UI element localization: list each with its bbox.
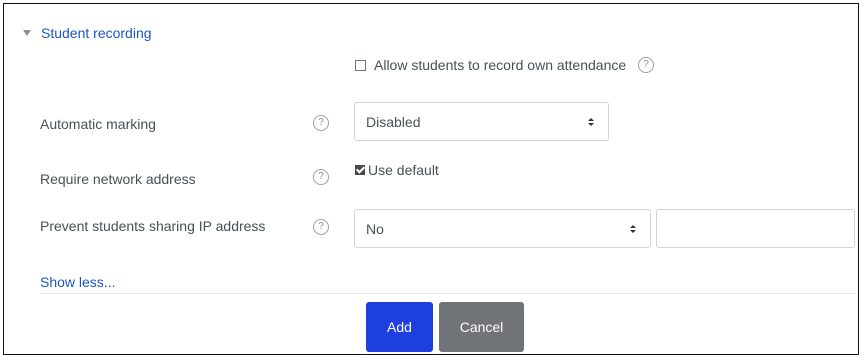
- help-icon[interactable]: ?: [638, 57, 655, 73]
- prevent-ip-sharing-value: No: [366, 220, 384, 237]
- section-header-student-recording[interactable]: Student recording: [23, 25, 152, 41]
- use-default-label[interactable]: Use default: [368, 162, 439, 178]
- select-updown-icon: [588, 117, 594, 126]
- caret-down-icon[interactable]: [23, 30, 31, 36]
- show-less-link[interactable]: Show less...: [40, 274, 115, 290]
- form-frame: Student recording Allow students to reco…: [3, 3, 859, 355]
- automatic-marking-label: Automatic marking: [40, 116, 156, 132]
- prevent-ip-sharing-help-icon[interactable]: ?: [313, 219, 329, 235]
- section-title[interactable]: Student recording: [41, 25, 152, 41]
- automatic-marking-value: Disabled: [366, 113, 421, 130]
- allow-record-label[interactable]: Allow students to record own attendance: [374, 57, 626, 73]
- use-default-checkbox[interactable]: [355, 165, 365, 175]
- require-network-label: Require network address: [40, 171, 196, 187]
- prevent-ip-sharing-label: Prevent students sharing IP address: [40, 218, 266, 234]
- prevent-ip-sharing-extra-input[interactable]: [656, 209, 855, 248]
- divider: [40, 293, 856, 294]
- allow-record-row: Allow students to record own attendance …: [355, 57, 655, 73]
- allow-record-checkbox[interactable]: [355, 59, 366, 71]
- automatic-marking-select[interactable]: Disabled: [354, 102, 609, 141]
- automatic-marking-help-icon[interactable]: ?: [313, 115, 329, 131]
- cancel-button[interactable]: Cancel: [439, 302, 524, 352]
- use-default-row: Use default: [355, 162, 439, 178]
- add-button[interactable]: Add: [366, 302, 433, 352]
- require-network-help-icon[interactable]: ?: [313, 169, 329, 185]
- prevent-ip-sharing-select[interactable]: No: [354, 209, 651, 248]
- select-updown-icon: [630, 224, 636, 233]
